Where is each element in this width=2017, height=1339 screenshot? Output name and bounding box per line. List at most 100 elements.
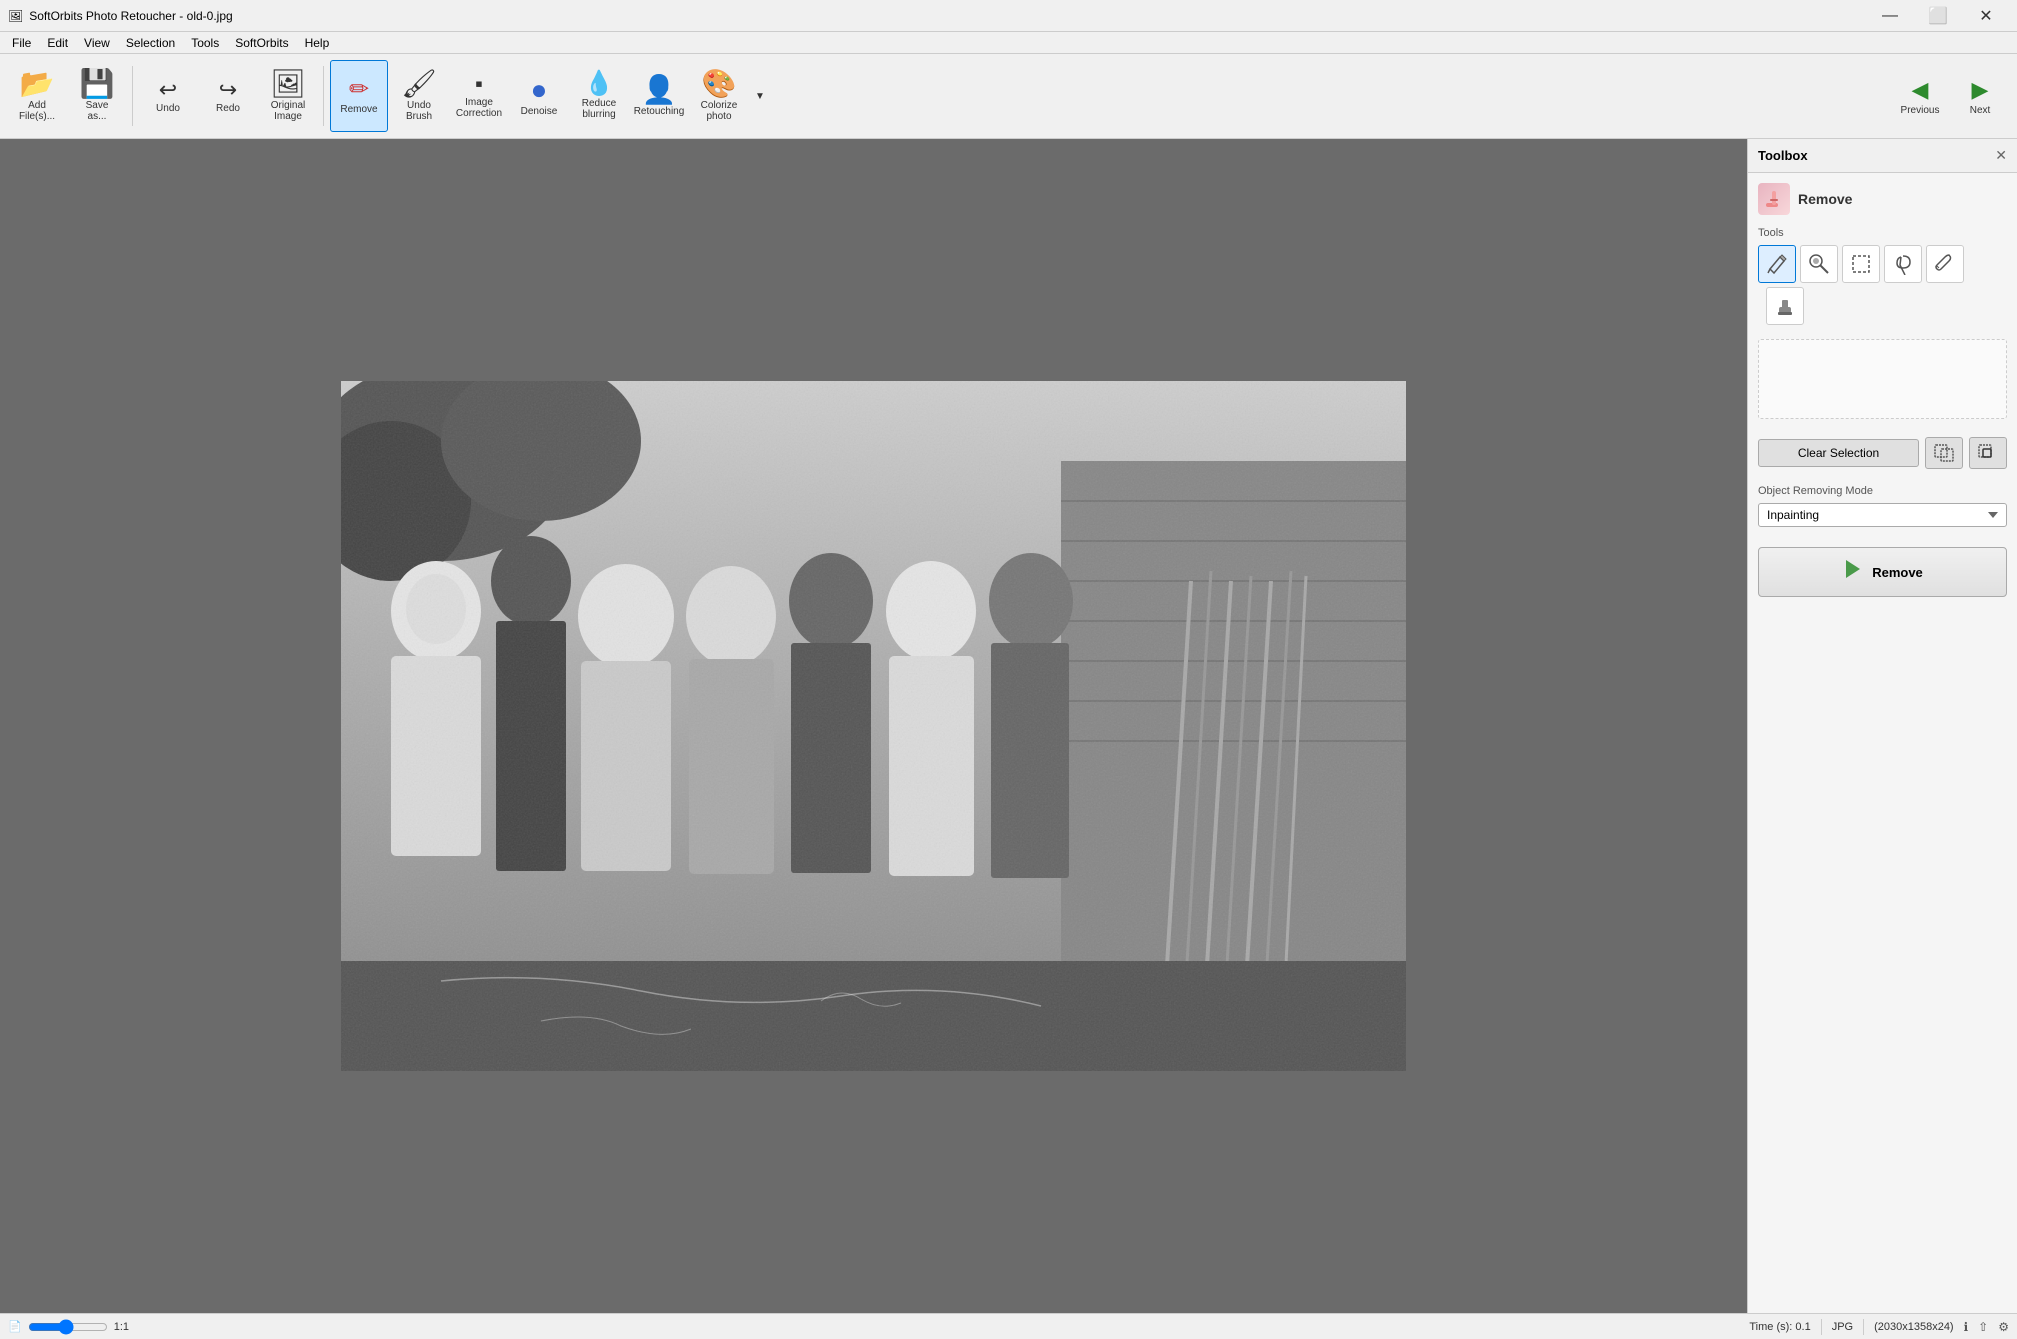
undo-brush-button[interactable]: 🖌 Undo Brush	[390, 60, 448, 132]
denoise-icon: ●	[531, 76, 548, 104]
remove-label: Remove	[340, 104, 377, 115]
more-options-icon: ▼	[755, 91, 765, 102]
previous-arrow-icon: ◀	[1912, 77, 1929, 103]
contract-selection-icon	[1978, 444, 1998, 462]
toolbox-panel: Toolbox ✕ Remove Tools	[1747, 139, 2017, 1313]
magic-wand-tool-button[interactable]	[1800, 245, 1838, 283]
stamp-icon	[1774, 295, 1796, 317]
title-bar-controls: — ⬜ ✕	[1867, 1, 2009, 31]
pencil-tool-button[interactable]	[1758, 245, 1796, 283]
tools-section: Tools	[1748, 221, 2017, 331]
remove-section-label: Remove	[1798, 191, 1852, 207]
selection-contract-button[interactable]	[1969, 437, 2007, 469]
rect-select-icon	[1850, 253, 1872, 275]
image-correction-button[interactable]: ▪ Image Correction	[450, 60, 508, 132]
paint-preview-area	[1758, 339, 2007, 419]
photo-canvas	[341, 381, 1406, 1071]
redo-icon: ↪	[219, 79, 237, 101]
status-bar: 📄 1:1 Time (s): 0.1 JPG (2030x1358x24) ℹ…	[0, 1313, 2017, 1339]
colorize-photo-icon: 🎨	[702, 70, 737, 98]
colorize-photo-label: Colorize photo	[701, 100, 738, 122]
save-as-label: Save as...	[86, 100, 109, 122]
redo-button[interactable]: ↪ Redo	[199, 60, 257, 132]
reduce-blurring-button[interactable]: 💧 Reduce blurring	[570, 60, 628, 132]
add-files-icon: 📂	[20, 70, 55, 98]
menu-view[interactable]: View	[76, 34, 118, 52]
minimize-button[interactable]: —	[1867, 1, 1913, 31]
selection-expand-button[interactable]	[1925, 437, 1963, 469]
toolbox-title: Toolbox	[1758, 148, 1808, 163]
colorize-photo-button[interactable]: 🎨 Colorize photo	[690, 60, 748, 132]
add-files-button[interactable]: 📂 Add File(s)...	[8, 60, 66, 132]
canvas-area[interactable]	[0, 139, 1747, 1313]
retouching-icon: 👤	[642, 76, 677, 104]
image-correction-icon: ▪	[475, 73, 483, 95]
denoise-button[interactable]: ● Denoise	[510, 60, 568, 132]
toolbar-separator-1	[132, 66, 133, 126]
menu-softorbits[interactable]: SoftOrbits	[227, 34, 296, 52]
undo-brush-label: Undo Brush	[406, 100, 432, 122]
status-left: 📄 1:1	[8, 1319, 1739, 1335]
window-title: SoftOrbits Photo Retoucher - old-0.jpg	[29, 9, 232, 23]
toolbar-separator-2	[323, 66, 324, 126]
original-image-icon: 🖼	[270, 70, 306, 98]
clear-selection-button[interactable]: Clear Selection	[1758, 439, 1919, 467]
menu-help[interactable]: Help	[297, 34, 338, 52]
rect-select-tool-button[interactable]	[1842, 245, 1880, 283]
title-bar-left: 🖼 SoftOrbits Photo Retoucher - old-0.jpg	[8, 9, 233, 23]
original-image-button[interactable]: 🖼 Original Image	[259, 60, 317, 132]
wrench-tool-button[interactable]	[1926, 245, 1964, 283]
save-as-icon: 💾	[80, 70, 115, 98]
undo-brush-icon: 🖌	[401, 70, 437, 98]
status-right: Time (s): 0.1 JPG (2030x1358x24) ℹ ⇧ ⚙	[1749, 1319, 2009, 1335]
zoom-slider[interactable]	[28, 1319, 108, 1335]
remove-icon: ✏	[349, 78, 369, 102]
format-label: JPG	[1832, 1321, 1853, 1333]
pencil-tool-icon	[1766, 253, 1788, 275]
status-separator-1	[1821, 1319, 1822, 1335]
menu-file[interactable]: File	[4, 34, 39, 52]
remove-action-label: Remove	[1872, 565, 1923, 580]
info-icon: ℹ	[1964, 1320, 1969, 1334]
remove-action-button[interactable]: Remove	[1758, 547, 2007, 597]
wrench-icon	[1934, 253, 1956, 275]
reduce-blurring-label: Reduce blurring	[582, 98, 616, 120]
close-button[interactable]: ✕	[1963, 1, 2009, 31]
settings-icon[interactable]: ⚙	[1998, 1320, 2009, 1334]
next-label: Next	[1970, 105, 1991, 116]
reduce-blurring-icon: 💧	[584, 72, 614, 96]
stamp-tool-button[interactable]	[1766, 287, 1804, 325]
next-button[interactable]: ▶ Next	[1951, 60, 2009, 132]
time-label: Time (s): 0.1	[1749, 1321, 1810, 1333]
retouching-button[interactable]: 👤 Retouching	[630, 60, 688, 132]
original-image-label: Original Image	[271, 100, 305, 122]
magic-wand-icon	[1808, 253, 1830, 275]
dimensions-label: (2030x1358x24)	[1874, 1321, 1954, 1333]
previous-label: Previous	[1901, 105, 1940, 116]
denoise-label: Denoise	[521, 106, 558, 117]
share-icon[interactable]: ⇧	[1978, 1320, 1988, 1334]
app-icon: 🖼	[8, 9, 23, 23]
remove-button[interactable]: ✏ Remove	[330, 60, 388, 132]
remove-play-icon	[1842, 558, 1864, 586]
previous-button[interactable]: ◀ Previous	[1891, 60, 1949, 132]
retouching-label: Retouching	[634, 106, 685, 117]
status-page-icon: 📄	[8, 1320, 22, 1333]
object-removing-label: Object Removing Mode	[1758, 485, 2007, 497]
menu-tools[interactable]: Tools	[183, 34, 227, 52]
menu-edit[interactable]: Edit	[39, 34, 76, 52]
menu-selection[interactable]: Selection	[118, 34, 183, 52]
maximize-button[interactable]: ⬜	[1915, 1, 1961, 31]
status-separator-2	[1863, 1319, 1864, 1335]
toolbox-close-button[interactable]: ✕	[1995, 147, 2007, 164]
undo-icon: ↩	[159, 79, 177, 101]
save-as-button[interactable]: 💾 Save as...	[68, 60, 126, 132]
undo-button[interactable]: ↩ Undo	[139, 60, 197, 132]
inpainting-mode-select[interactable]: Inpainting Content-Aware Fill Texture Sy…	[1758, 503, 2007, 527]
title-bar: 🖼 SoftOrbits Photo Retoucher - old-0.jpg…	[0, 0, 2017, 32]
object-removing-section: Object Removing Mode Inpainting Content-…	[1748, 479, 2017, 533]
more-options-button[interactable]: ▼	[750, 60, 770, 132]
tools-section-label: Tools	[1758, 227, 2007, 239]
lasso-tool-button[interactable]	[1884, 245, 1922, 283]
remove-section-icon	[1758, 183, 1790, 215]
